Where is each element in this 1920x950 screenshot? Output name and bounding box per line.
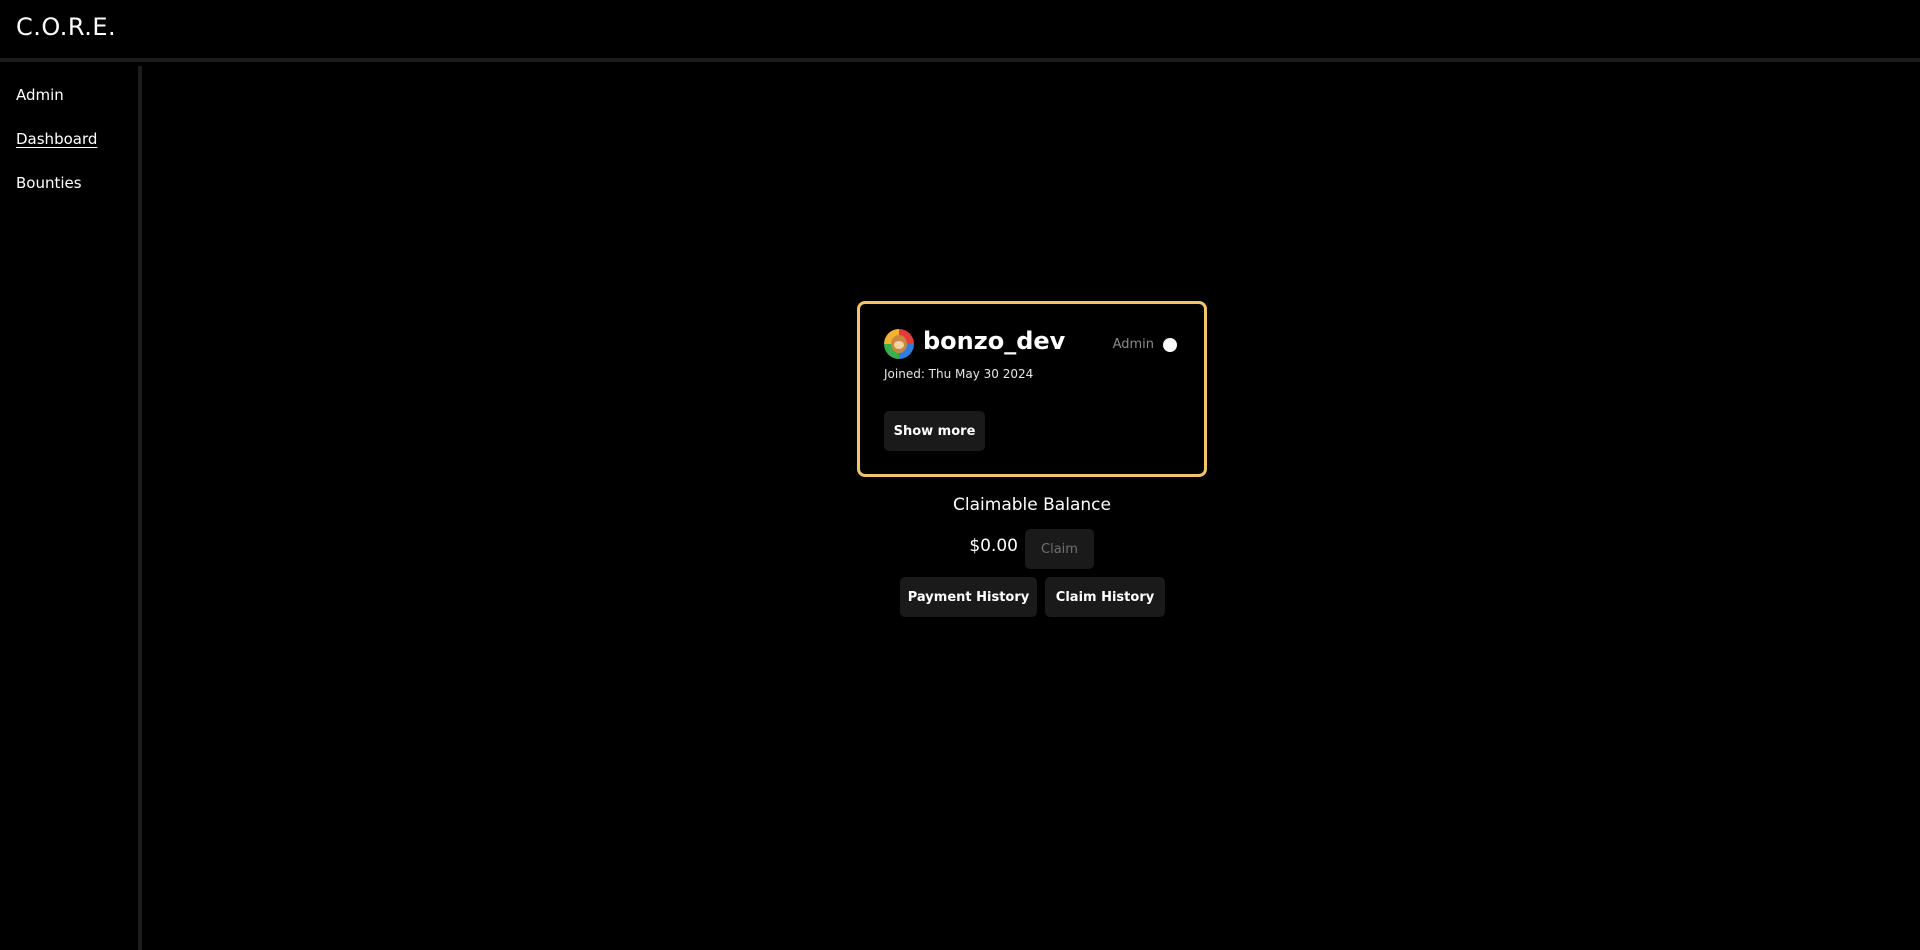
top-header: C.O.R.E. [0, 0, 1920, 62]
claim-history-button[interactable]: Claim History [1045, 577, 1165, 617]
sidebar-item-admin[interactable]: Admin [16, 86, 64, 104]
profile-card: bonzo_dev Admin Joined: Thu May 30 2024 … [857, 301, 1207, 477]
brand-logo[interactable]: C.O.R.E. [16, 13, 116, 41]
status-indicator [1163, 338, 1177, 352]
role-label: Admin [1112, 337, 1154, 352]
claim-button[interactable]: Claim [1025, 529, 1094, 569]
claimable-balance-title: Claimable Balance [953, 495, 1111, 515]
joined-date: Joined: Thu May 30 2024 [884, 367, 1034, 381]
avatar-image [891, 335, 907, 353]
balance-amount: $0.00 [969, 536, 1018, 556]
avatar [884, 329, 914, 359]
sidebar-item-bounties[interactable]: Bounties [16, 174, 82, 192]
username: bonzo_dev [923, 327, 1066, 355]
show-more-button[interactable]: Show more [884, 411, 985, 451]
sidebar-item-dashboard[interactable]: Dashboard [16, 130, 97, 148]
payment-history-button[interactable]: Payment History [900, 577, 1037, 617]
sidebar: Admin Dashboard Bounties [0, 66, 142, 950]
